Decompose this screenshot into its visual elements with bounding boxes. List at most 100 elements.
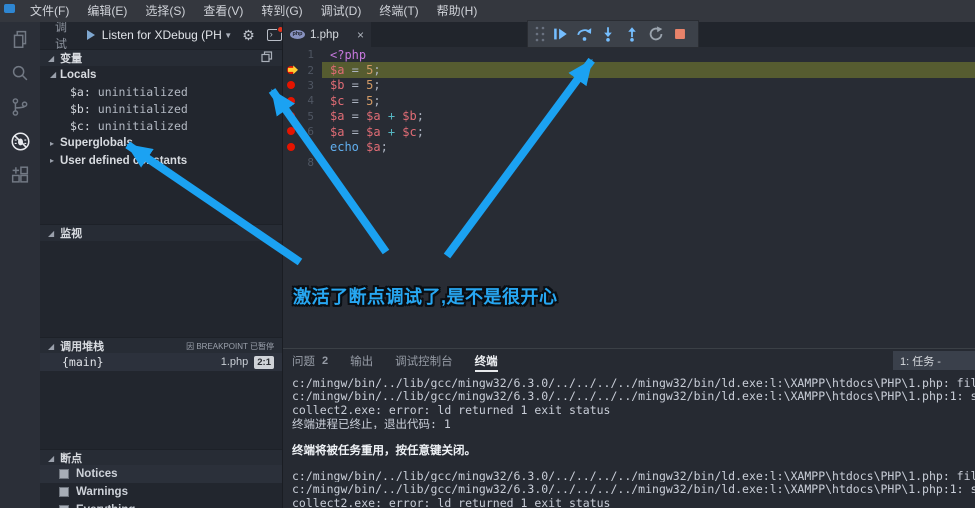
explorer-icon[interactable]: [0, 22, 40, 56]
group-label: Superglobals: [60, 137, 133, 149]
restart-button[interactable]: [644, 22, 668, 46]
debug-icon[interactable]: [0, 124, 40, 158]
code-text: echo $a;: [330, 140, 388, 154]
menu-item[interactable]: 终端(T): [370, 4, 427, 18]
debug-title: 调试: [55, 22, 78, 52]
step-over-button[interactable]: [572, 22, 596, 46]
debug-toolbar: [527, 20, 699, 48]
collapse-triangle-icon: ◢: [48, 454, 54, 463]
tab-label: 1.php: [310, 29, 339, 41]
breakpoints-list: NoticesWarningsEverything: [40, 465, 282, 508]
menu-item[interactable]: 调试(D): [312, 4, 371, 18]
breakpoint-gutter[interactable]: [283, 62, 299, 77]
menu-item[interactable]: 帮助(H): [428, 4, 487, 18]
checkbox[interactable]: [59, 469, 69, 479]
collapse-all-icon[interactable]: [261, 51, 273, 66]
menu-item[interactable]: 转到(G): [252, 4, 311, 18]
token: [381, 125, 388, 139]
line-number: 4: [299, 94, 321, 107]
token: =: [344, 78, 366, 92]
token: ;: [417, 109, 424, 123]
frame-name: {main}: [62, 355, 104, 369]
step-out-button[interactable]: [620, 22, 644, 46]
close-icon[interactable]: ×: [357, 28, 364, 42]
search-icon[interactable]: [0, 56, 40, 90]
variable-name: $c:: [70, 119, 91, 133]
panel-tab-label: 问题: [292, 353, 315, 369]
breakpoint-gutter[interactable]: [283, 109, 299, 124]
checkbox[interactable]: [59, 487, 69, 497]
panel-tab-终端[interactable]: 终端: [475, 349, 498, 372]
token: ;: [417, 125, 424, 139]
breakpoint-dot-icon[interactable]: [287, 143, 295, 151]
token: =: [344, 125, 366, 139]
breakpoint-item[interactable]: Warnings: [40, 483, 282, 501]
breakpoint-gutter[interactable]: [283, 47, 299, 62]
menu-item[interactable]: 选择(S): [136, 4, 194, 18]
extensions-icon[interactable]: [0, 158, 40, 192]
token: ;: [381, 140, 388, 154]
terminal-line: c:/mingw/bin/../lib/gcc/mingw32/6.3.0/..…: [292, 389, 975, 402]
start-debug-icon[interactable]: [87, 30, 95, 40]
breakpoint-item[interactable]: Notices: [40, 465, 282, 483]
watch-section-label: 监视: [60, 225, 82, 241]
source-control-icon[interactable]: [0, 90, 40, 124]
step-into-button[interactable]: [596, 22, 620, 46]
menu-item[interactable]: 编辑(E): [78, 4, 136, 18]
breakpoint-dot-icon[interactable]: [287, 81, 295, 89]
breakpoint-item[interactable]: Everything: [40, 501, 282, 508]
token: ;: [373, 63, 380, 77]
code-line: 5$a = $a + $b;: [283, 109, 975, 124]
code-text: $a = $a + $b;: [330, 109, 424, 123]
breakpoint-dot-icon[interactable]: [287, 127, 295, 135]
terminal-line: [292, 429, 975, 442]
breakpoint-gutter[interactable]: [283, 124, 299, 139]
token: $a: [366, 109, 380, 123]
continue-button[interactable]: [548, 22, 572, 46]
variable-row[interactable]: $a:uninitialized: [40, 83, 282, 100]
menu-item[interactable]: 文件(F): [21, 4, 78, 18]
breakpoint-gutter[interactable]: [283, 155, 299, 170]
panel-tab-调试控制台[interactable]: 调试控制台: [395, 349, 453, 372]
code-line: 2$a = 5;: [283, 62, 975, 77]
tree-group-user-defined-constants[interactable]: ▸User defined constants: [40, 152, 282, 169]
call-stack-frame[interactable]: {main} 1.php 2:1: [40, 353, 282, 371]
code-line: 6$a = $a + $c;: [283, 124, 975, 139]
collapse-triangle-icon: ◢: [48, 229, 54, 238]
stop-button[interactable]: [668, 22, 692, 46]
variables-section-header[interactable]: ◢ 变量: [40, 49, 282, 66]
variables-section-label: 变量: [60, 50, 82, 66]
panel-tab-问题[interactable]: 问题2: [292, 349, 328, 372]
variable-row[interactable]: $c:uninitialized: [40, 118, 282, 135]
tree-group-locals[interactable]: ◢Locals: [40, 66, 282, 83]
code-line: 7echo $a;: [283, 139, 975, 154]
terminal-line: c:/mingw/bin/../lib/gcc/mingw32/6.3.0/..…: [292, 482, 975, 495]
drag-handle[interactable]: [532, 22, 548, 46]
code-editor[interactable]: 1<?php2$a = 5;3$b = 5;4$c = 5;5$a = $a +…: [283, 47, 975, 170]
panel-tab-输出[interactable]: 输出: [350, 349, 373, 372]
variables-tree: ◢Locals$a:uninitialized$b:uninitialized$…: [40, 66, 282, 169]
breakpoint-dot-icon[interactable]: [287, 97, 295, 105]
terminal-task-selector[interactable]: 1: 任务 -: [893, 351, 975, 370]
debug-config-dropdown[interactable]: Listen for XDebug (PHI: [102, 28, 223, 42]
gear-icon[interactable]: ⚙: [242, 28, 255, 42]
paused-on-breakpoint-status: 因 BREAKPOINT 已暂停: [186, 341, 274, 352]
watch-section-header[interactable]: ◢ 监视: [40, 224, 282, 241]
breakpoints-section-header[interactable]: ◢ 断点: [40, 449, 282, 466]
collapse-triangle-icon: ◢: [48, 342, 54, 351]
tab-1php[interactable]: php 1.php ×: [283, 22, 371, 47]
call-stack-section-header[interactable]: ◢ 调用堆栈 因 BREAKPOINT 已暂停: [40, 337, 282, 354]
debug-sidebar-header: 调试 Listen for XDebug (PHI ▼ ⚙: [40, 22, 282, 48]
token: $c: [330, 94, 344, 108]
call-stack-section-label: 调用堆栈: [60, 338, 104, 354]
breakpoint-gutter[interactable]: [283, 93, 299, 108]
tree-group-superglobals[interactable]: ▸Superglobals: [40, 135, 282, 152]
code-text: $a = $a + $c;: [330, 125, 424, 139]
breakpoint-dot-icon[interactable]: [287, 112, 295, 120]
variable-row[interactable]: $b:uninitialized: [40, 100, 282, 117]
breakpoint-gutter[interactable]: [283, 139, 299, 154]
debug-console-icon[interactable]: [267, 29, 282, 41]
menu-item[interactable]: 查看(V): [194, 4, 252, 18]
chevron-down-icon[interactable]: ▼: [224, 31, 232, 40]
breakpoint-gutter[interactable]: [283, 78, 299, 93]
